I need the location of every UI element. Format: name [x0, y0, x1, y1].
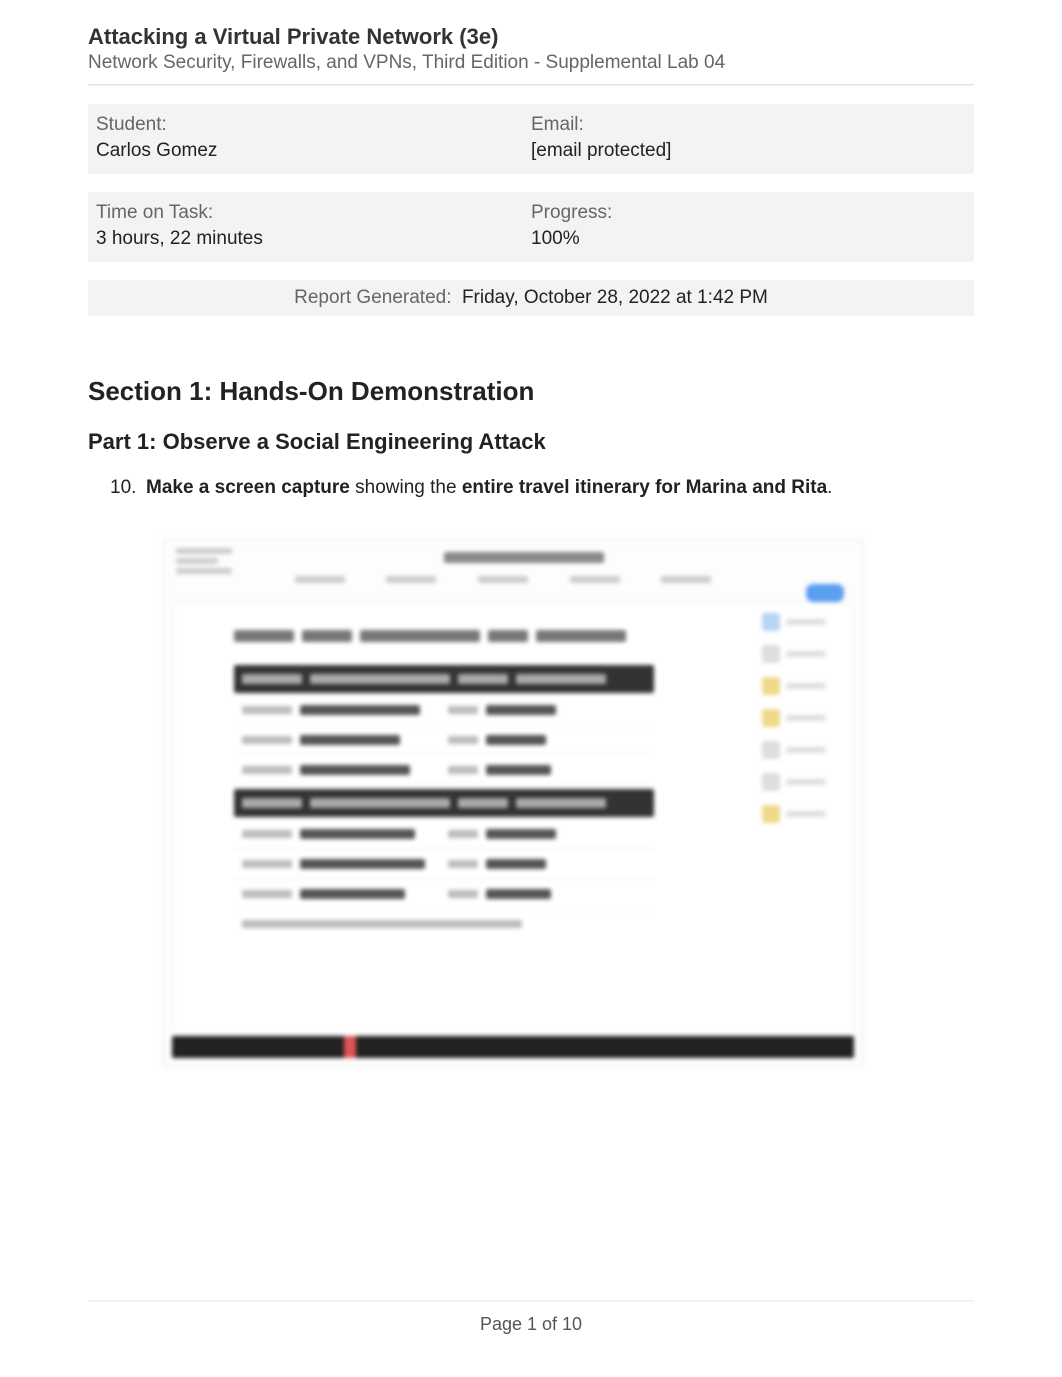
header-divider — [88, 84, 974, 86]
question-end: . — [827, 477, 832, 498]
lab-subtitle: Network Security, Firewalls, and VPNs, T… — [88, 52, 974, 74]
screenshot-placeholder — [163, 539, 863, 1067]
student-value: Carlos Gomez — [96, 140, 531, 162]
task-info-box: Time on Task: 3 hours, 22 minutes Progre… — [88, 192, 974, 262]
email-value: [email protected] — [531, 140, 966, 162]
question-bold-1: Make a screen capture — [146, 477, 350, 498]
question-item: 10. Make a screen capture showing the en… — [88, 477, 974, 499]
section-title: Section 1: Hands-On Demonstration — [88, 376, 974, 407]
question-mid: showing the — [350, 477, 462, 498]
report-generated-box: Report Generated: Friday, October 28, 20… — [88, 280, 974, 316]
time-value: 3 hours, 22 minutes — [96, 228, 531, 250]
footer-divider — [88, 1300, 974, 1302]
time-label: Time on Task: — [96, 202, 531, 224]
page-footer: Page 1 of 10 — [0, 1314, 1062, 1335]
report-label: Report Generated: — [294, 287, 451, 308]
lab-title: Attacking a Virtual Private Network (3e) — [88, 24, 974, 50]
email-label: Email: — [531, 114, 966, 136]
question-number: 10. — [110, 477, 146, 499]
question-bold-2: entire travel itinerary for Marina and R… — [462, 477, 827, 498]
student-label: Student: — [96, 114, 531, 136]
progress-value: 100% — [531, 228, 966, 250]
student-info-box: Student: Carlos Gomez Email: [email prot… — [88, 104, 974, 174]
part-title: Part 1: Observe a Social Engineering Att… — [88, 429, 974, 455]
progress-label: Progress: — [531, 202, 966, 224]
question-text: Make a screen capture showing the entire… — [146, 477, 832, 499]
report-value: Friday, October 28, 2022 at 1:42 PM — [462, 287, 768, 308]
